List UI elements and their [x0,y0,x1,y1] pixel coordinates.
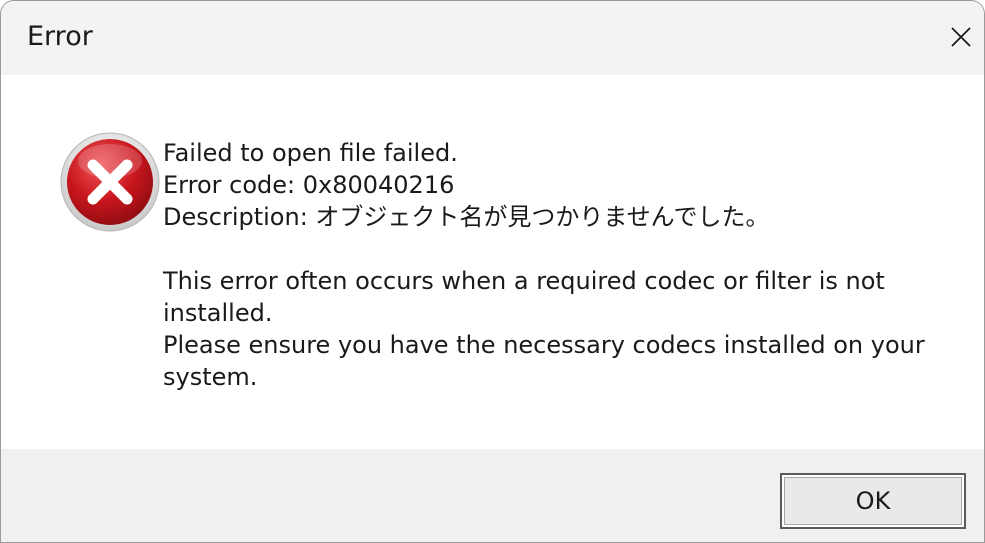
message-line-error-code: Error code: 0x80040216 [163,171,455,199]
close-button[interactable] [937,15,984,59]
title-bar: Error [1,1,984,75]
close-icon [951,27,971,47]
error-message: Failed to open file failed. Error code: … [163,137,943,393]
error-dialog: Error Failed to open file failed. Error … [0,0,985,543]
error-icon [60,132,160,232]
dialog-content: Failed to open file failed. Error code: … [1,75,984,449]
dialog-title: Error [27,21,93,52]
message-line-description: Description: オブジェクト名が見つかりませんでした。 [163,203,770,231]
message-install-hint: Please ensure you have the necessary cod… [163,331,925,391]
message-line-failed: Failed to open file failed. [163,139,458,167]
message-codec-hint: This error often occurs when a required … [163,267,885,327]
dialog-footer: OK [1,449,984,542]
ok-button[interactable]: OK [780,473,966,529]
